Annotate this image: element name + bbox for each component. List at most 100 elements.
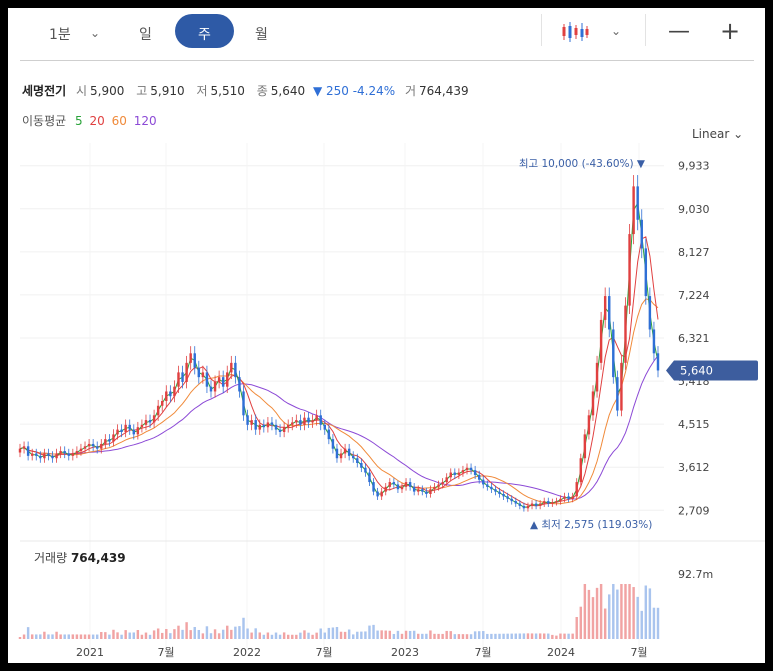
- volume-bar: [262, 634, 266, 639]
- moving-average-line: [19, 298, 659, 505]
- candle-body: [335, 448, 339, 459]
- candle-body: [83, 446, 87, 449]
- candle-body: [628, 234, 631, 306]
- candle-body: [437, 484, 440, 487]
- candle-body: [514, 501, 517, 504]
- candle-body: [648, 296, 652, 330]
- candle-body: [579, 458, 583, 483]
- candle-body: [311, 420, 314, 423]
- volume-bar: [376, 630, 379, 639]
- candle-body: [193, 353, 196, 368]
- candle-body: [217, 377, 221, 382]
- candle-body: [408, 482, 412, 487]
- candle-body: [230, 362, 233, 373]
- volume-bar: [250, 632, 253, 639]
- candle-body: [258, 424, 261, 430]
- chart-window: 1분 ⌄ 일 주 월 ⌄ — + 세명전기 시 5,900 고 5,910 저 5,5…: [8, 8, 765, 663]
- volume-bar: [648, 588, 652, 639]
- volume-bar: [30, 634, 34, 639]
- volume-axis-label: 92.7m: [678, 568, 713, 581]
- volume-bar: [490, 633, 493, 639]
- volume-bar: [295, 634, 298, 639]
- candle-body: [599, 319, 603, 363]
- volume-bar: [392, 633, 396, 639]
- volume-bar: [148, 634, 152, 639]
- volume-bar: [291, 634, 294, 639]
- volume-bar: [591, 597, 595, 639]
- volume-bar: [327, 627, 331, 639]
- volume-bar: [270, 634, 274, 639]
- volume-bar: [79, 634, 83, 639]
- candle-body: [250, 420, 253, 425]
- volume-bar: [563, 633, 566, 639]
- x-tick-label: 2024: [547, 646, 575, 659]
- candle-body: [473, 470, 477, 475]
- y-tick-label: 6,321: [678, 332, 710, 345]
- candle-body: [327, 429, 331, 440]
- volume-bar: [352, 634, 355, 639]
- moving-average-line: [19, 201, 659, 508]
- candle-body: [494, 489, 497, 492]
- volume-bar: [449, 631, 452, 639]
- candle-body: [189, 353, 192, 363]
- candle-body: [522, 505, 526, 509]
- volume-title-label: 거래량: [34, 551, 68, 565]
- volume-bar: [112, 629, 115, 639]
- volume-bar: [205, 626, 209, 639]
- volume-bar: [360, 631, 363, 639]
- volume-bar: [230, 629, 233, 639]
- volume-bar: [71, 634, 75, 639]
- candle-body: [551, 502, 554, 504]
- candle-body: [575, 482, 578, 497]
- volume-bar: [656, 607, 660, 639]
- volume-bar: [421, 633, 424, 639]
- volume-bar: [441, 633, 444, 639]
- volume-bar: [494, 633, 497, 639]
- candle-body: [384, 486, 387, 492]
- candle-body: [331, 439, 335, 449]
- volume-bar: [108, 634, 111, 639]
- candle-body: [59, 451, 62, 454]
- candle-body: [510, 498, 513, 502]
- candle-body: [128, 424, 131, 430]
- candle-body: [173, 386, 176, 397]
- volume-bar: [282, 632, 286, 639]
- volume-bar: [437, 633, 440, 639]
- volume-bar: [185, 622, 188, 639]
- candle-body: [315, 415, 318, 421]
- volume-bar: [156, 628, 160, 639]
- volume-bar: [197, 629, 201, 639]
- candle-body: [144, 420, 148, 425]
- volume-bar: [518, 633, 522, 639]
- volume-bar: [193, 627, 196, 639]
- volume-bar: [43, 631, 46, 639]
- x-tick-label: 7월: [157, 646, 174, 659]
- candle-body: [591, 391, 595, 416]
- volume-bar: [583, 584, 587, 639]
- candle-body: [453, 472, 457, 475]
- volume-bar: [652, 607, 656, 639]
- candle-body: [55, 453, 58, 459]
- volume-bar: [372, 624, 375, 639]
- volume-bar: [514, 633, 517, 639]
- volume-bar: [624, 584, 627, 639]
- volume-bar: [116, 632, 119, 639]
- candle-body: [246, 415, 249, 425]
- moving-average-line: [19, 355, 659, 500]
- volume-bar: [587, 589, 591, 639]
- candle-body: [282, 427, 286, 432]
- y-tick-label: 8,127: [678, 246, 710, 259]
- candle-body: [120, 429, 123, 432]
- candle-body: [165, 391, 168, 401]
- volume-bar: [274, 632, 278, 639]
- volume-bar: [331, 627, 335, 639]
- candle-body: [136, 427, 140, 435]
- volume-bar: [39, 634, 42, 639]
- candle-body: [226, 372, 229, 387]
- volume-bar: [35, 634, 38, 639]
- volume-bar: [124, 630, 127, 639]
- candle-body: [161, 401, 164, 406]
- candle-body: [75, 451, 79, 454]
- candle-body: [132, 429, 136, 435]
- volume-bar: [100, 632, 103, 639]
